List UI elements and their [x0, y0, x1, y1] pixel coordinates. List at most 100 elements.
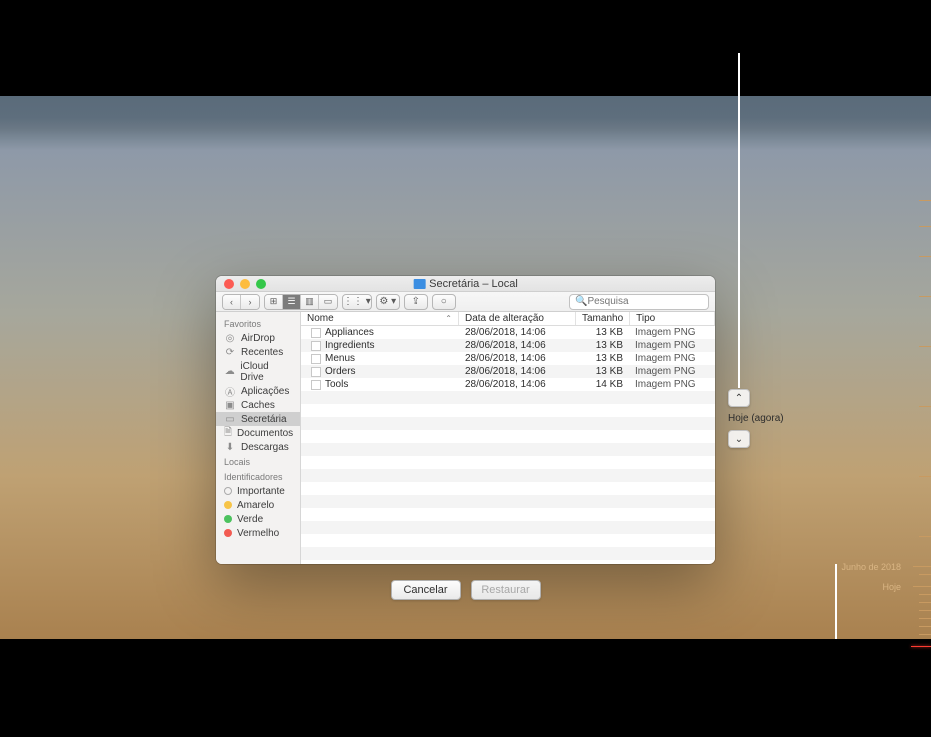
- arrange-button[interactable]: ⋮⋮ ▾: [342, 294, 372, 310]
- tag-dot-icon: [224, 529, 232, 537]
- search-input[interactable]: [587, 296, 715, 307]
- file-icon: [311, 341, 321, 351]
- search-field[interactable]: 🔍: [569, 294, 709, 310]
- file-kind: Imagem PNG: [629, 340, 715, 351]
- toolbar: ‹ › ⊞ ☰ ▥ ▭ ⋮⋮ ▾ ⚙ ▾ ⇪ ○ 🔍: [216, 292, 715, 312]
- file-date: 28/06/2018, 14:06: [459, 379, 576, 390]
- action-bar: Cancelar Restaurar: [391, 580, 541, 600]
- table-row-empty: [301, 521, 715, 534]
- documents-icon: 🗎: [224, 428, 232, 438]
- view-gallery-button[interactable]: ▭: [319, 295, 337, 309]
- col-kind[interactable]: Tipo: [630, 312, 715, 325]
- sidebar: Favoritos ◎AirDrop ⟳Recentes ☁iCloud Dri…: [216, 312, 301, 564]
- file-date: 28/06/2018, 14:06: [459, 353, 576, 364]
- file-size: 14 KB: [576, 379, 629, 390]
- table-row-empty: [301, 469, 715, 482]
- table-row-empty: [301, 430, 715, 443]
- sidebar-item-documentos[interactable]: 🗎Documentos: [216, 426, 300, 440]
- table-row[interactable]: Menus 28/06/2018, 14:0613 KBImagem PNG: [301, 352, 715, 365]
- file-name: Tools: [325, 379, 348, 390]
- file-icon: [311, 380, 321, 390]
- file-rows[interactable]: Appliances28/06/2018, 14:0613 KBImagem P…: [301, 326, 715, 564]
- sidebar-heading-identificadores: Identificadores: [216, 469, 300, 484]
- table-row-empty: [301, 391, 715, 404]
- col-name[interactable]: Nome⌃: [301, 312, 459, 325]
- file-icon: [311, 328, 321, 338]
- nav-buttons: ‹ ›: [222, 294, 260, 310]
- sidebar-item-recentes[interactable]: ⟳Recentes: [216, 345, 300, 359]
- col-size[interactable]: Tamanho: [576, 312, 630, 325]
- forward-button[interactable]: ›: [241, 295, 259, 309]
- tag-dot-icon: [224, 487, 232, 495]
- file-size: 13 KB: [576, 353, 629, 364]
- view-list-button[interactable]: ☰: [283, 295, 301, 309]
- downloads-icon: ⬇: [224, 442, 236, 452]
- table-row[interactable]: Tools 28/06/2018, 14:0614 KBImagem PNG: [301, 378, 715, 391]
- desktop-icon: ▭: [224, 414, 236, 424]
- airdrop-icon: ◎: [224, 333, 236, 343]
- file-icon: [311, 367, 321, 377]
- sort-ascending-icon: ⌃: [445, 314, 452, 323]
- column-headers: Nome⌃ Data de alteração Tamanho Tipo: [301, 312, 715, 326]
- file-list: Nome⌃ Data de alteração Tamanho Tipo App…: [301, 312, 715, 564]
- folder-icon: ▣: [224, 400, 236, 410]
- sidebar-tag-importante[interactable]: Importante: [216, 484, 300, 498]
- view-switcher: ⊞ ☰ ▥ ▭: [264, 294, 338, 310]
- file-kind: Imagem PNG: [629, 327, 715, 338]
- callout-line: [738, 53, 740, 388]
- tag-dot-icon: [224, 515, 232, 523]
- file-name: Ingredients: [325, 340, 374, 351]
- file-name: Menus: [325, 353, 355, 364]
- table-row-empty: [301, 404, 715, 417]
- share-button[interactable]: ⇪: [404, 294, 428, 310]
- col-date[interactable]: Data de alteração: [459, 312, 576, 325]
- file-kind: Imagem PNG: [629, 353, 715, 364]
- sidebar-item-descargas[interactable]: ⬇Descargas: [216, 440, 300, 454]
- window-title: Secretária – Local: [413, 278, 518, 290]
- zoom-icon[interactable]: [256, 279, 266, 289]
- minimize-icon[interactable]: [240, 279, 250, 289]
- folder-icon: [413, 279, 425, 289]
- file-date: 28/06/2018, 14:06: [459, 340, 576, 351]
- view-columns-button[interactable]: ▥: [301, 295, 319, 309]
- table-row[interactable]: Appliances28/06/2018, 14:0613 KBImagem P…: [301, 326, 715, 339]
- sidebar-heading-locais: Locais: [216, 454, 300, 469]
- cancel-button[interactable]: Cancelar: [391, 580, 461, 600]
- sidebar-tag-verde[interactable]: Verde: [216, 512, 300, 526]
- sidebar-item-airdrop[interactable]: ◎AirDrop: [216, 331, 300, 345]
- finder-window: Secretária – Local ‹ › ⊞ ☰ ▥ ▭ ⋮⋮ ▾ ⚙ ▾ …: [216, 276, 715, 564]
- sidebar-item-aplicacoes[interactable]: ⒶAplicações: [216, 384, 300, 398]
- file-kind: Imagem PNG: [629, 379, 715, 390]
- clock-icon: ⟳: [224, 347, 236, 357]
- table-row-empty: [301, 456, 715, 469]
- table-row-empty: [301, 560, 715, 564]
- window-title-text: Secretária – Local: [429, 278, 518, 290]
- file-date: 28/06/2018, 14:06: [459, 327, 576, 338]
- close-icon[interactable]: [224, 279, 234, 289]
- titlebar[interactable]: Secretária – Local: [216, 276, 715, 292]
- table-row-empty: [301, 508, 715, 521]
- table-row[interactable]: Ingredients 28/06/2018, 14:0613 KBImagem …: [301, 339, 715, 352]
- tags-button[interactable]: ○: [432, 294, 456, 310]
- letterbox-bottom: [0, 639, 931, 737]
- view-icons-button[interactable]: ⊞: [265, 295, 283, 309]
- file-size: 13 KB: [576, 366, 629, 377]
- back-button[interactable]: ‹: [223, 295, 241, 309]
- table-row[interactable]: Orders28/06/2018, 14:0613 KBImagem PNG: [301, 365, 715, 378]
- table-row-empty: [301, 547, 715, 560]
- sidebar-item-caches[interactable]: ▣Caches: [216, 398, 300, 412]
- sidebar-tag-amarelo[interactable]: Amarelo: [216, 498, 300, 512]
- sidebar-tag-vermelho[interactable]: Vermelho: [216, 526, 300, 540]
- file-kind: Imagem PNG: [629, 366, 715, 377]
- file-size: 13 KB: [576, 340, 629, 351]
- timeline-nav: ⌃ Hoje (agora) ⌄: [728, 389, 784, 448]
- timeline-back-button[interactable]: ⌃: [728, 389, 750, 407]
- letterbox-top: [0, 0, 931, 96]
- file-size: 13 KB: [576, 327, 629, 338]
- timeline-forward-button[interactable]: ⌄: [728, 430, 750, 448]
- timeline-now-label: Hoje (agora): [728, 413, 784, 424]
- file-name: Orders: [325, 366, 356, 377]
- restore-button[interactable]: Restaurar: [471, 580, 541, 600]
- sidebar-item-icloud[interactable]: ☁iCloud Drive: [216, 359, 300, 384]
- action-button[interactable]: ⚙ ▾: [376, 294, 400, 310]
